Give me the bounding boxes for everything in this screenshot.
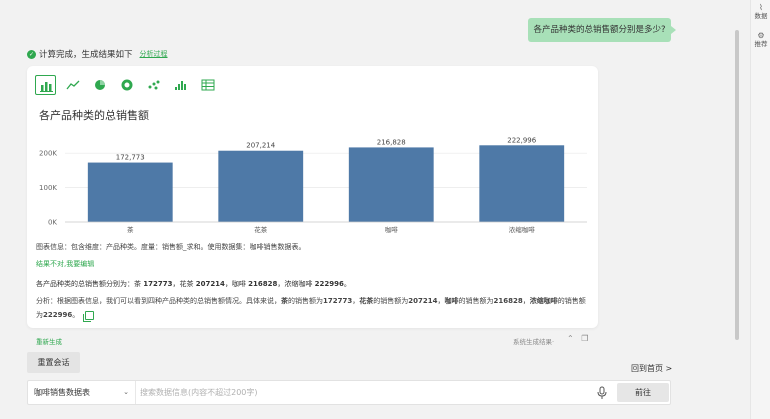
thumbs-up-icon[interactable]: ⌃ xyxy=(567,334,574,343)
table-icon xyxy=(201,79,214,91)
rail-data-button[interactable]: ⌇ 数据 xyxy=(751,3,770,20)
rail-recommend-label: 推荐 xyxy=(754,39,768,48)
pie-chart-icon xyxy=(94,80,105,90)
donut-chart-icon xyxy=(121,79,132,91)
x-tick-label: 浓缩咖啡 xyxy=(509,225,536,234)
rail-data-label: 数据 xyxy=(754,11,768,20)
chart-info: 图表信息：包含维度：产品种类。度量：销售额_求和。使用数据集：咖啡销售数据表。 xyxy=(36,243,306,251)
scatter-chart-icon xyxy=(148,80,159,90)
summary-text: 各产品种类的总销售额分别为：茶 172773，花茶 207214，咖啡 2168… xyxy=(36,280,351,288)
bar xyxy=(87,162,173,222)
back-home-link[interactable]: 回到首页 > xyxy=(631,363,672,374)
dataset-select[interactable]: 咖啡销售数据表 ⌄ xyxy=(28,381,136,404)
scatter-chart-button[interactable] xyxy=(143,75,164,95)
status-text: 计算完成，生成结果如下 xyxy=(39,50,133,60)
scrollbar[interactable] xyxy=(735,30,739,340)
histogram-button[interactable] xyxy=(170,75,191,95)
table-view-button[interactable] xyxy=(197,75,218,95)
y-tick-label: 100K xyxy=(39,184,57,192)
chart-type-toolbar xyxy=(35,75,218,95)
search-input[interactable] xyxy=(140,381,590,404)
copy-result-icon[interactable]: ❐ xyxy=(581,334,588,343)
status-line: ✓ 计算完成，生成结果如下 分析过程 xyxy=(27,48,168,60)
y-tick-label: 200K xyxy=(39,150,57,158)
x-tick-label: 咖啡 xyxy=(385,225,399,234)
go-button[interactable]: 前往 xyxy=(617,383,669,402)
bar-value-label: 222,996 xyxy=(507,136,536,144)
feedback-icons: ⌃ ❐ xyxy=(567,334,588,343)
edit-result-link[interactable]: 结果不对,我要编辑 xyxy=(36,259,94,269)
y-tick-label: 0K xyxy=(48,219,57,227)
analysis-process-link[interactable]: 分析过程 xyxy=(140,49,168,59)
line-chart-icon xyxy=(65,80,79,90)
chart-title: 各产品种类的总销售额 xyxy=(39,109,149,122)
rail-recommend-button[interactable]: ⚙ 推荐 xyxy=(751,31,770,48)
bar-chart-icon xyxy=(39,81,53,92)
microphone-icon[interactable] xyxy=(595,386,609,400)
result-card: 各产品种类的总销售额 0K 100K 200K 172,773 茶 207,214 花茶 21… xyxy=(27,66,598,328)
bar xyxy=(218,150,304,222)
bar xyxy=(479,145,565,222)
system-note: 系统生成结果· xyxy=(513,338,555,346)
input-bar: 咖啡销售数据表 ⌄ 前往 xyxy=(27,380,671,405)
check-circle-icon: ✓ xyxy=(27,49,36,59)
regenerate-link[interactable]: 重新生成 xyxy=(36,336,62,346)
bar xyxy=(348,147,434,222)
line-chart-button[interactable] xyxy=(62,75,83,95)
bar-value-label: 207,214 xyxy=(246,142,275,150)
dataset-select-value: 咖啡销售数据表 xyxy=(34,388,90,397)
reset-session-button[interactable]: 重置会话 xyxy=(27,352,80,373)
x-tick-label: 茶 xyxy=(127,225,134,234)
bar-value-label: 216,828 xyxy=(377,138,406,146)
x-tick-label: 花茶 xyxy=(254,225,268,234)
copy-icon[interactable] xyxy=(83,310,95,322)
bar-chart-button[interactable] xyxy=(35,75,56,95)
pie-chart-button[interactable] xyxy=(89,75,110,95)
analysis-text: 分析：根据图表信息，我们可以看到四种产品种类的总销售额情况。具体来说，茶的销售额… xyxy=(36,297,586,322)
bar-chart: 0K 100K 200K 172,773 茶 207,214 花茶 216,828 咖啡 222,… xyxy=(39,136,587,234)
histogram-icon xyxy=(174,81,186,90)
donut-chart-button[interactable] xyxy=(116,75,137,95)
bar-value-label: 172,773 xyxy=(116,154,145,162)
chevron-down-icon: ⌄ xyxy=(123,388,129,396)
right-rail: ⌇ 数据 ⚙ 推荐 xyxy=(750,0,770,419)
user-message-bubble: 各产品种类的总销售额分别是多少? xyxy=(528,18,676,42)
